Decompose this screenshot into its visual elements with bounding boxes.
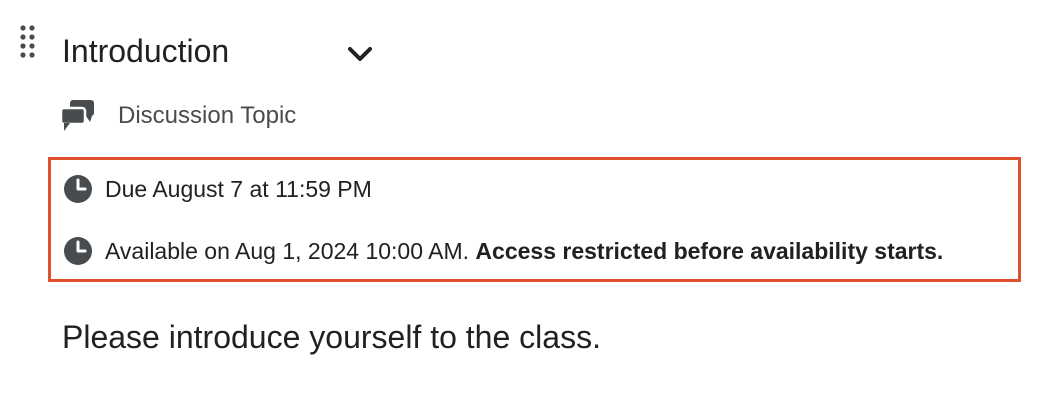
dates-highlight-box: Due August 7 at 11:59 PM Available on Au… bbox=[48, 157, 1021, 282]
due-date-line: Due August 7 at 11:59 PM bbox=[63, 174, 372, 204]
drag-handle-icon[interactable] bbox=[18, 24, 38, 58]
clock-icon bbox=[63, 174, 93, 204]
item-type-label: Discussion Topic bbox=[118, 102, 297, 129]
chevron-down-icon[interactable] bbox=[344, 40, 376, 68]
availability-line: Available on Aug 1, 2024 10:00 AM. Acces… bbox=[63, 236, 943, 266]
discussion-icon bbox=[58, 98, 98, 134]
availability-text: Available on Aug 1, 2024 10:00 AM. bbox=[105, 237, 470, 264]
access-restriction-text: Access restricted before availability st… bbox=[475, 237, 944, 264]
clock-icon bbox=[63, 236, 93, 266]
item-type: Discussion Topic bbox=[58, 96, 296, 136]
item-title: Introduction bbox=[62, 33, 230, 69]
due-date-text: Due August 7 at 11:59 PM bbox=[105, 175, 372, 202]
item-description: Please introduce yourself to the class. bbox=[62, 319, 601, 355]
